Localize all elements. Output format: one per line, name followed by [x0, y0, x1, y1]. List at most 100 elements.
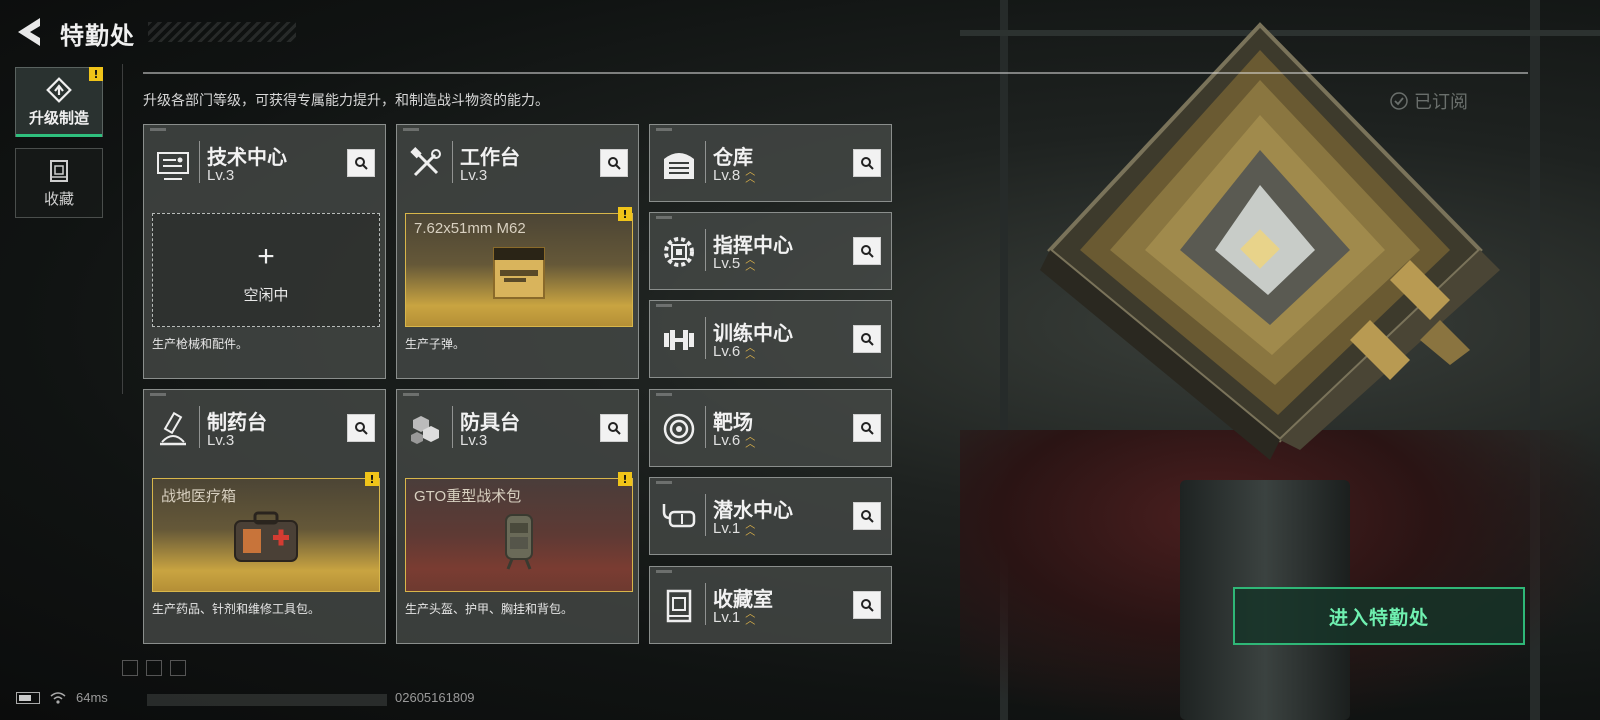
search-icon — [608, 157, 621, 170]
department-level: Lv.5 ︿ ︿ — [713, 255, 755, 272]
inspect-button[interactable] — [853, 325, 881, 353]
subscribed-label: 已订阅 — [1414, 92, 1468, 112]
inspect-button[interactable] — [600, 414, 628, 442]
production-slot-active[interactable]: GTO重型战术包 — [405, 478, 633, 592]
card-separator — [452, 406, 453, 448]
level-text: Lv.6 — [713, 432, 741, 449]
department-card-shooting-range[interactable]: 靶场 Lv.6 ︿ ︿ — [649, 389, 892, 467]
armor-bench-icon — [411, 416, 439, 444]
upgrade-arrow-icon: ︿ ︿ — [745, 608, 756, 627]
subscribed-status[interactable]: 已订阅 — [1390, 88, 1468, 114]
department-card-tech-center[interactable]: 技术中心 Lv.3 + 空闲中 生产枪械和配件。 — [143, 124, 386, 379]
department-card-armor-bench[interactable]: 防具台 Lv.3 GTO重型战术包 ! 生产头盔、护甲、胸挂和背包。 — [396, 389, 639, 644]
inspect-button[interactable] — [853, 414, 881, 442]
battery-icon — [16, 691, 40, 704]
inspect-button[interactable] — [853, 149, 881, 177]
special-ops-cube-illustration — [1010, 20, 1510, 460]
card-separator — [705, 317, 706, 359]
department-level: Lv.1 ︿ ︿ — [713, 520, 755, 537]
inspect-button[interactable] — [853, 237, 881, 265]
card-tag — [656, 393, 672, 396]
back-button[interactable] — [14, 16, 44, 48]
card-tag — [656, 128, 672, 131]
player-uid: 02605161809 — [395, 690, 475, 705]
level-text: Lv.8 — [713, 167, 741, 184]
production-slot-active[interactable]: 7.62x51mm M62 — [405, 213, 633, 327]
department-level: Lv.3 — [207, 432, 234, 449]
department-level: Lv.3 — [207, 167, 234, 184]
search-icon — [861, 599, 874, 612]
department-description: 生产药品、针剂和维修工具包。 — [152, 602, 321, 616]
department-card-diving-center[interactable]: 潜水中心 Lv.1 ︿ ︿ — [649, 477, 892, 555]
level-text: Lv.1 — [713, 520, 741, 537]
inspect-button[interactable] — [853, 502, 881, 530]
department-name: 制药台 — [207, 412, 267, 434]
department-name: 防具台 — [460, 412, 520, 434]
department-level: Lv.3 — [460, 167, 487, 184]
department-card-collection-room[interactable]: 收藏室 Lv.1 ︿ ︿ — [649, 566, 892, 644]
card-separator — [705, 406, 706, 448]
ammo-box-icon — [493, 247, 545, 299]
department-name: 指挥中心 — [713, 235, 793, 257]
card-separator — [705, 229, 706, 271]
card-header: 技术中心 Lv.3 — [144, 125, 385, 199]
enter-special-ops-button[interactable]: 进入特勤处 — [1233, 587, 1525, 645]
search-icon — [861, 333, 874, 346]
slot-idle-label: 空闲中 — [243, 287, 289, 304]
level-text: Lv.3 — [207, 167, 235, 184]
department-name: 训练中心 — [713, 323, 793, 345]
upgrade-arrow-icon: ︿ ︿ — [745, 342, 756, 361]
bottom-strip — [147, 694, 387, 706]
check-circle-icon — [1390, 92, 1408, 110]
card-separator — [705, 141, 706, 183]
bottom-decoration — [170, 660, 186, 676]
department-description: 生产头盔、护甲、胸挂和背包。 — [405, 602, 574, 616]
sidebar-divider — [122, 64, 123, 394]
card-separator — [705, 583, 706, 625]
page-title: 特勤处 — [60, 23, 135, 50]
header-divider — [143, 72, 1528, 74]
tech-center-icon — [157, 152, 189, 180]
level-text: Lv.3 — [207, 432, 235, 449]
upgrade-arrow-icon: ︿ ︿ — [745, 519, 756, 538]
department-name: 靶场 — [713, 412, 753, 434]
card-header: 防具台 Lv.3 — [397, 390, 638, 464]
production-slot-active[interactable]: 战地医疗箱 — [152, 478, 380, 592]
bottom-decoration — [122, 660, 138, 676]
upgrade-arrow-icon: ︿ ︿ — [745, 166, 756, 185]
department-card-warehouse[interactable]: 仓库 Lv.8 ︿ ︿ — [649, 124, 892, 202]
card-tag — [656, 304, 672, 307]
collection-room-icon — [666, 589, 692, 623]
upgrade-craft-icon — [46, 76, 72, 103]
slot-alert-badge: ! — [618, 207, 632, 221]
production-slot-empty[interactable]: + 空闲中 — [152, 213, 380, 327]
tab-alert-badge: ! — [89, 67, 103, 81]
card-separator — [705, 494, 706, 536]
back-arrow-icon — [18, 18, 40, 46]
warehouse-icon — [664, 153, 694, 179]
target-icon — [663, 413, 695, 445]
inspect-button[interactable] — [853, 591, 881, 619]
diving-mask-icon — [662, 504, 696, 528]
card-tag — [656, 216, 672, 219]
command-center-icon — [664, 237, 694, 267]
department-description: 生产子弹。 — [405, 337, 466, 351]
search-icon — [861, 245, 874, 258]
department-card-pharmacy[interactable]: 制药台 Lv.3 战地医疗箱 ! 生产药品、针剂和维修工具包。 — [143, 389, 386, 644]
department-card-command-center[interactable]: 指挥中心 Lv.5 ︿ ︿ — [649, 212, 892, 290]
card-header: 制药台 Lv.3 — [144, 390, 385, 464]
search-icon — [861, 157, 874, 170]
upgrade-arrow-icon: ︿ ︿ — [745, 431, 756, 450]
upgrade-arrow-icon: ︿ ︿ — [745, 254, 756, 273]
inspect-button[interactable] — [347, 149, 375, 177]
workbench-icon — [410, 147, 441, 177]
inspect-button[interactable] — [347, 414, 375, 442]
inspect-button[interactable] — [600, 149, 628, 177]
wifi-icon — [50, 691, 66, 704]
department-card-workbench[interactable]: 工作台 Lv.3 7.62x51mm M62 ! 生产子弹。 — [396, 124, 639, 379]
level-text: Lv.3 — [460, 167, 488, 184]
tab-collection[interactable]: 收藏 — [15, 148, 103, 218]
dumbbell-icon — [664, 330, 694, 350]
department-card-training-center[interactable]: 训练中心 Lv.6 ︿ ︿ — [649, 300, 892, 378]
bottom-decoration — [146, 660, 162, 676]
